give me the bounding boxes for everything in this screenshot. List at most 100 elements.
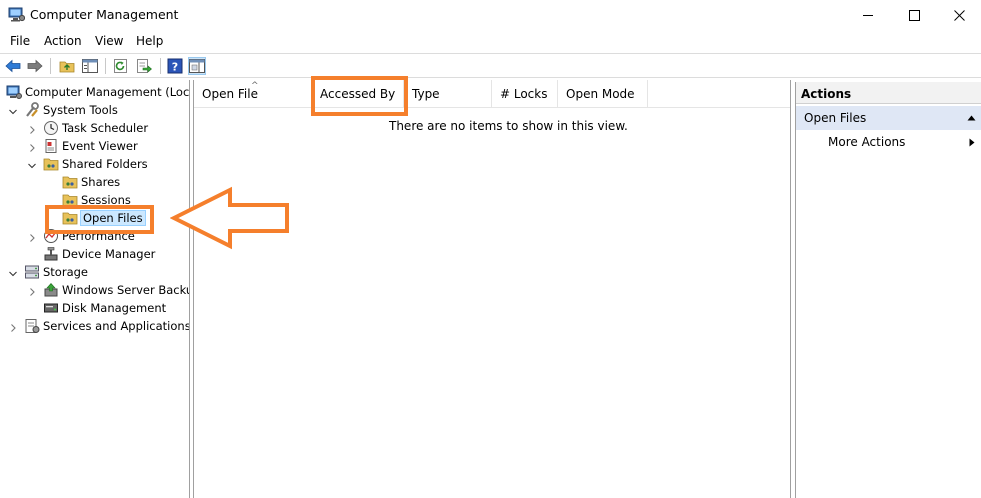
help-icon: ? xyxy=(167,58,183,74)
expand-chevron-icon[interactable] xyxy=(8,323,18,333)
toolbar-separator xyxy=(105,58,106,74)
menu-file[interactable]: File xyxy=(10,34,30,48)
minimize-icon xyxy=(862,14,873,16)
show-hide-action-pane-icon xyxy=(189,59,205,73)
submenu-arrow-icon xyxy=(969,138,975,147)
services-icon xyxy=(24,318,40,334)
export-list-icon xyxy=(137,59,152,73)
column-open-file[interactable]: Open File ^ xyxy=(194,80,312,108)
minimize-button[interactable] xyxy=(845,0,891,30)
actions-section-open-files[interactable]: Open Files xyxy=(796,106,981,130)
tree-item-event-viewer[interactable]: Event Viewer xyxy=(43,137,138,155)
expand-chevron-icon[interactable] xyxy=(27,287,37,297)
column-label: Open File xyxy=(202,87,258,101)
help-button[interactable]: ? xyxy=(166,57,184,75)
collapse-triangle-icon xyxy=(967,115,976,121)
close-button[interactable] xyxy=(936,0,981,30)
tree-label: Shares xyxy=(81,175,121,189)
tree-label: Storage xyxy=(43,265,88,279)
clock-icon xyxy=(43,120,59,136)
tree-label: Disk Management xyxy=(62,301,167,315)
forward-button[interactable] xyxy=(26,57,44,75)
tree-item-task-scheduler[interactable]: Task Scheduler xyxy=(43,119,148,137)
open-files-highlight-box xyxy=(45,205,154,234)
actions-pane: Actions Open Files More Actions xyxy=(795,82,981,498)
menu-bar: File Action View Help xyxy=(0,30,981,51)
computer-management-window: Computer Management File Action View Hel… xyxy=(0,0,981,498)
menu-action[interactable]: Action xyxy=(44,34,82,48)
toolbar-separator xyxy=(160,58,161,74)
expand-chevron-icon[interactable] xyxy=(27,143,37,153)
up-folder-button[interactable] xyxy=(58,57,76,75)
system-tools-icon xyxy=(24,102,40,118)
tree-label: Device Manager xyxy=(62,247,156,261)
refresh-button[interactable] xyxy=(112,57,130,75)
shared-folder-icon xyxy=(43,156,59,172)
disk-management-icon xyxy=(43,300,59,316)
show-hide-tree-icon xyxy=(82,59,98,73)
backup-icon xyxy=(43,282,59,298)
storage-icon xyxy=(24,264,40,280)
expand-chevron-icon[interactable] xyxy=(27,125,37,135)
maximize-icon xyxy=(908,9,920,21)
tree-item-system-tools[interactable]: System Tools xyxy=(24,101,118,119)
tree-item-shares[interactable]: Shares xyxy=(62,173,120,191)
up-folder-icon xyxy=(59,61,75,73)
device-manager-icon xyxy=(43,246,59,262)
menu-view[interactable]: View xyxy=(95,34,123,48)
tree-label: Computer Management (Local xyxy=(25,85,190,99)
back-button[interactable] xyxy=(4,57,22,75)
tree-label: Task Scheduler xyxy=(62,121,149,135)
more-actions-label: More Actions xyxy=(828,135,906,149)
column-locks[interactable]: # Locks xyxy=(492,80,558,108)
tree-label: Shared Folders xyxy=(62,157,148,171)
back-icon xyxy=(5,59,21,73)
refresh-icon xyxy=(114,59,127,73)
menu-help[interactable]: Help xyxy=(136,34,163,48)
maximize-button[interactable] xyxy=(891,0,937,30)
toolbar-separator xyxy=(50,58,51,74)
svg-text:?: ? xyxy=(172,61,178,74)
tree-item-computer-management[interactable]: Computer Management (Local xyxy=(6,83,190,101)
sort-ascending-icon: ^ xyxy=(251,81,259,91)
collapse-chevron-icon[interactable] xyxy=(8,107,18,117)
toolbar: ? xyxy=(0,53,981,78)
computer-management-icon xyxy=(8,7,26,22)
more-actions-item[interactable]: More Actions xyxy=(828,135,905,149)
tree-item-windows-server-backup[interactable]: Windows Server Backup xyxy=(43,281,190,299)
show-hide-tree-button[interactable] xyxy=(81,57,99,75)
column-open-mode[interactable]: Open Mode xyxy=(558,80,648,108)
open-files-list-view: Open File ^ Accessed By Type # Locks Ope… xyxy=(193,80,791,498)
column-label: # Locks xyxy=(500,87,548,101)
accessed-by-highlight-box xyxy=(311,76,408,116)
column-label: Open Mode xyxy=(566,87,635,101)
tree-label: Event Viewer xyxy=(62,139,138,153)
column-type[interactable]: Type xyxy=(404,80,492,108)
collapse-chevron-icon[interactable] xyxy=(27,161,37,171)
window-title: Computer Management xyxy=(30,7,179,22)
close-icon xyxy=(953,9,965,21)
event-viewer-icon xyxy=(43,138,59,154)
forward-icon xyxy=(27,59,43,73)
title-bar: Computer Management xyxy=(0,0,981,30)
tree-item-disk-management[interactable]: Disk Management xyxy=(43,299,166,317)
console-tree: Computer Management (Local System Tools … xyxy=(0,80,190,498)
expand-chevron-icon[interactable] xyxy=(27,233,37,243)
collapse-chevron-icon[interactable] xyxy=(8,269,18,279)
column-header-row: Open File ^ Accessed By Type # Locks Ope… xyxy=(194,80,790,108)
export-list-button[interactable] xyxy=(135,57,153,75)
tree-item-device-manager[interactable]: Device Manager xyxy=(43,245,155,263)
empty-list-message: There are no items to show in this view. xyxy=(389,119,628,133)
tree-label: Windows Server Backup xyxy=(62,283,190,297)
actions-section-label: Open Files xyxy=(804,111,867,125)
actions-header: Actions xyxy=(796,82,981,104)
computer-management-icon xyxy=(6,84,22,100)
annotation-arrow-icon xyxy=(170,186,289,250)
tree-item-storage[interactable]: Storage xyxy=(24,263,88,281)
tree-label: System Tools xyxy=(43,103,118,117)
column-label: Type xyxy=(412,87,440,101)
shared-folder-icon xyxy=(62,174,78,190)
tree-item-shared-folders[interactable]: Shared Folders xyxy=(43,155,148,173)
tree-item-services-and-applications[interactable]: Services and Applications xyxy=(24,317,189,335)
show-hide-action-pane-button[interactable] xyxy=(188,57,206,75)
